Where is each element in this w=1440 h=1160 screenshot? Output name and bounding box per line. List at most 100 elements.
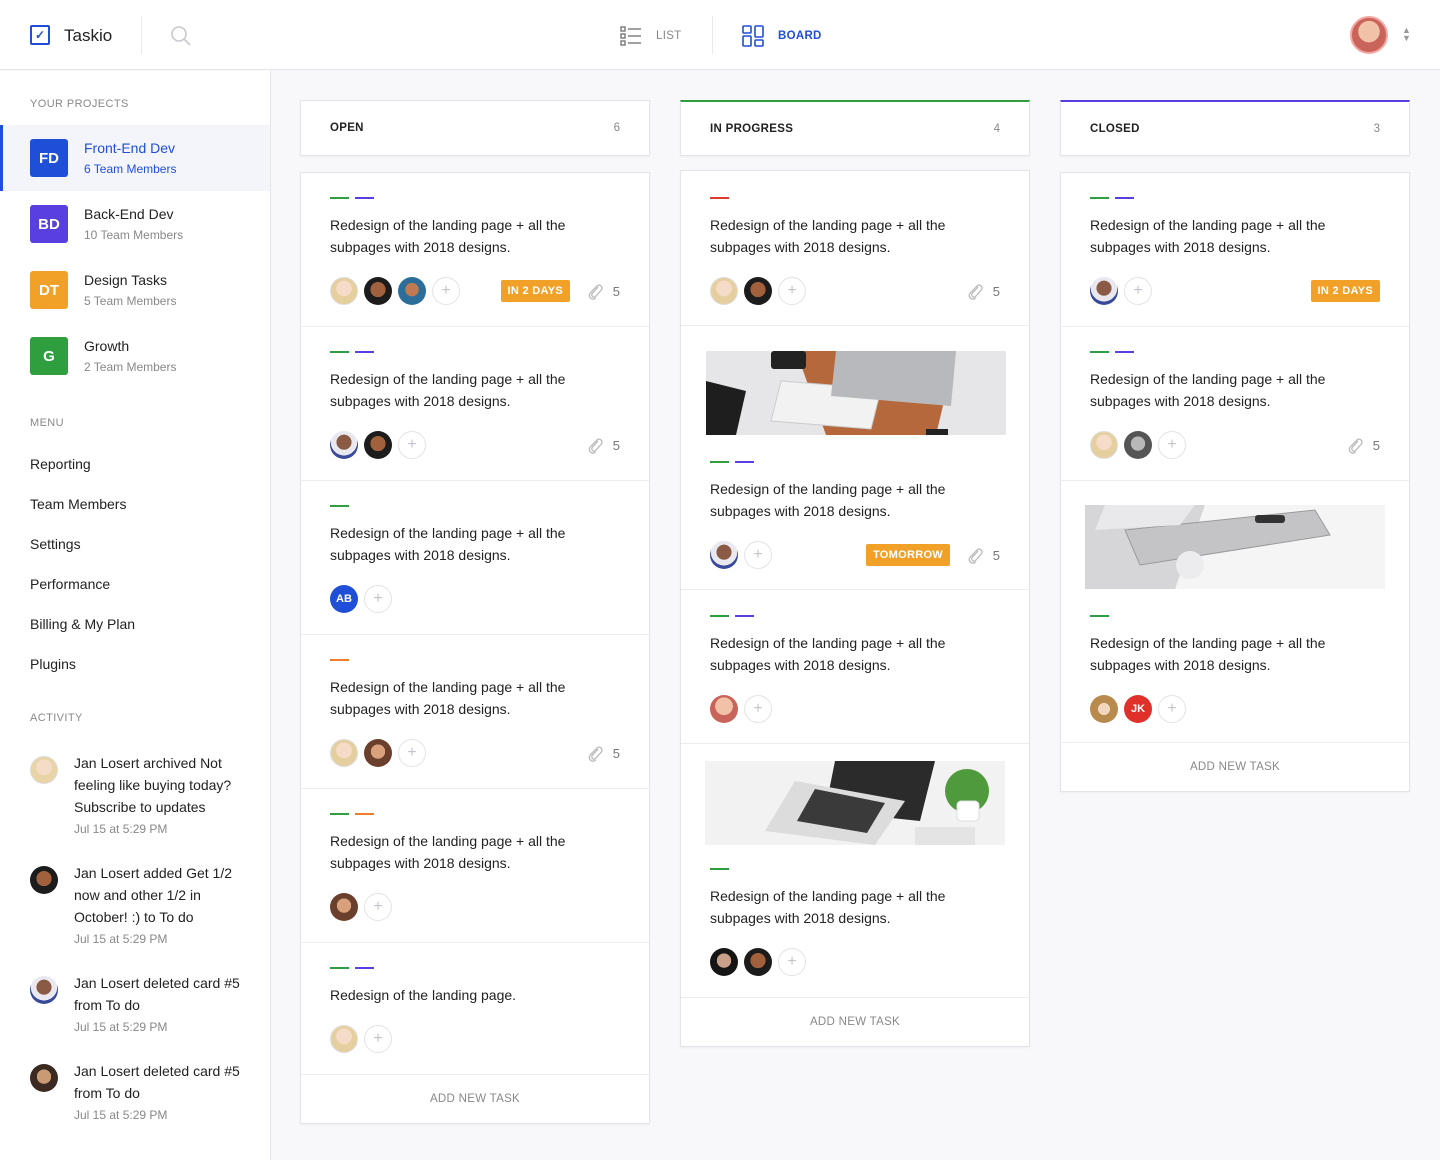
project-members: 2 Team Members — [84, 360, 177, 374]
avatar[interactable] — [710, 695, 738, 723]
avatar[interactable] — [1090, 277, 1118, 305]
add-assignee-button[interactable]: + — [1158, 431, 1186, 459]
avatar[interactable] — [330, 1025, 358, 1053]
column-body: Redesign of the landing page + all the s… — [680, 170, 1030, 1047]
project-members: 5 Team Members — [84, 294, 177, 308]
task-card[interactable]: Redesign of the landing page. + — [301, 943, 649, 1075]
task-card[interactable]: Redesign of the landing page + all the s… — [681, 171, 1029, 326]
menu-item-plugins[interactable]: Plugins — [30, 656, 76, 672]
avatar[interactable] — [330, 431, 358, 459]
avatar[interactable] — [398, 277, 426, 305]
activity-time: Jul 15 at 5:29 PM — [74, 822, 168, 836]
add-assignee-button[interactable]: + — [364, 1025, 392, 1053]
project-name: Front-End Dev — [84, 140, 176, 156]
user-avatar[interactable] — [1350, 16, 1388, 54]
task-card[interactable]: Redesign of the landing page + all the s… — [301, 327, 649, 481]
add-assignee-button[interactable]: + — [744, 541, 772, 569]
add-new-task-button[interactable]: ADD NEW TASK — [301, 1075, 649, 1123]
avatar[interactable] — [710, 541, 738, 569]
add-assignee-button[interactable]: + — [1124, 277, 1152, 305]
list-view-button[interactable]: LIST — [620, 24, 682, 48]
add-assignee-button[interactable]: + — [432, 277, 460, 305]
task-assignees: + — [710, 948, 806, 976]
avatar[interactable] — [330, 893, 358, 921]
avatar[interactable] — [330, 277, 358, 305]
column-header: IN PROGRESS 4 — [680, 100, 1030, 156]
menu-item-reporting[interactable]: Reporting — [30, 456, 91, 472]
add-assignee-button[interactable]: + — [1158, 695, 1186, 723]
project-growth[interactable]: G Growth 2 Team Members — [0, 323, 270, 389]
avatar[interactable] — [1090, 431, 1118, 459]
tag — [330, 351, 349, 353]
avatar[interactable] — [744, 948, 772, 976]
tag — [735, 461, 754, 463]
add-assignee-button[interactable]: + — [398, 431, 426, 459]
menu-item-settings[interactable]: Settings — [30, 536, 81, 552]
project-back-end-dev[interactable]: BD Back-End Dev 10 Team Members — [0, 191, 270, 257]
avatar[interactable] — [364, 431, 392, 459]
add-new-task-button[interactable]: ADD NEW TASK — [1061, 743, 1409, 791]
attachments[interactable]: 5 — [1347, 436, 1380, 454]
search-icon[interactable] — [170, 25, 192, 47]
menu-item-billing[interactable]: Billing & My Plan — [30, 616, 135, 632]
attachments[interactable]: 5 — [967, 546, 1000, 564]
menu-section-title: MENU — [30, 417, 64, 429]
tag — [330, 813, 349, 815]
add-assignee-button[interactable]: + — [744, 695, 772, 723]
menu-item-team-members[interactable]: Team Members — [30, 496, 126, 512]
task-title: Redesign of the landing page + all the s… — [330, 833, 566, 871]
attachments[interactable]: 5 — [967, 282, 1000, 300]
task-card[interactable]: Redesign of the landing page + all the s… — [681, 326, 1029, 590]
project-badge: FD — [30, 139, 68, 177]
task-tags — [330, 659, 349, 661]
add-assignee-button[interactable]: + — [398, 739, 426, 767]
tag — [330, 197, 349, 199]
avatar[interactable] — [710, 277, 738, 305]
task-card[interactable]: Redesign of the landing page + all the s… — [681, 744, 1029, 998]
task-card[interactable]: Redesign of the landing page + all the s… — [301, 789, 649, 943]
projects-section-title: YOUR PROJECTS — [30, 98, 129, 110]
task-card[interactable]: Redesign of the landing page + all the s… — [1061, 481, 1409, 743]
column-header: OPEN 6 — [300, 100, 650, 156]
task-card[interactable]: Redesign of the landing page + all the s… — [301, 481, 649, 635]
avatar[interactable] — [744, 277, 772, 305]
task-card[interactable]: Redesign of the landing page + all the s… — [301, 635, 649, 789]
avatar-initials[interactable]: JK — [1124, 695, 1152, 723]
avatar[interactable] — [1090, 695, 1118, 723]
add-assignee-button[interactable]: + — [778, 948, 806, 976]
phone-desk-image — [1085, 505, 1385, 589]
board-view-button[interactable]: BOARD — [742, 24, 822, 48]
tag — [1090, 197, 1109, 199]
task-card[interactable]: Redesign of the landing page + all the s… — [1061, 173, 1409, 327]
add-assignee-button[interactable]: + — [364, 893, 392, 921]
avatar[interactable] — [330, 739, 358, 767]
column-open: OPEN 6 Redesign of the landing page + al… — [300, 100, 650, 1124]
attachment-count: 5 — [612, 745, 620, 761]
attachments[interactable]: 5 — [587, 282, 620, 300]
task-card[interactable]: Redesign of the landing page + all the s… — [681, 590, 1029, 744]
avatar[interactable] — [364, 277, 392, 305]
add-assignee-button[interactable]: + — [364, 585, 392, 613]
task-card[interactable]: Redesign of the landing page + all the s… — [1061, 327, 1409, 481]
task-card[interactable]: Redesign of the landing page + all the s… — [301, 173, 649, 327]
task-assignees: + — [330, 431, 426, 459]
task-tags — [330, 197, 374, 199]
task-assignees: + — [710, 695, 772, 723]
column-body: Redesign of the landing page + all the s… — [1060, 172, 1410, 792]
avatar[interactable] — [364, 739, 392, 767]
menu-item-performance[interactable]: Performance — [30, 576, 110, 592]
avatar[interactable] — [710, 948, 738, 976]
project-design-tasks[interactable]: DT Design Tasks 5 Team Members — [0, 257, 270, 323]
attachment-count: 5 — [992, 283, 1000, 299]
task-tags — [330, 351, 374, 353]
user-menu-caret-icon[interactable]: ▲ ▼ — [1402, 26, 1411, 43]
tag — [355, 967, 374, 969]
project-front-end-dev[interactable]: FD Front-End Dev 6 Team Members — [0, 125, 270, 191]
add-assignee-button[interactable]: + — [778, 277, 806, 305]
avatar[interactable] — [1124, 431, 1152, 459]
avatar-initials[interactable]: AB — [330, 585, 358, 613]
attachments[interactable]: 5 — [587, 436, 620, 454]
paperclip-icon — [968, 548, 983, 564]
add-new-task-button[interactable]: ADD NEW TASK — [681, 998, 1029, 1046]
attachments[interactable]: 5 — [587, 744, 620, 762]
